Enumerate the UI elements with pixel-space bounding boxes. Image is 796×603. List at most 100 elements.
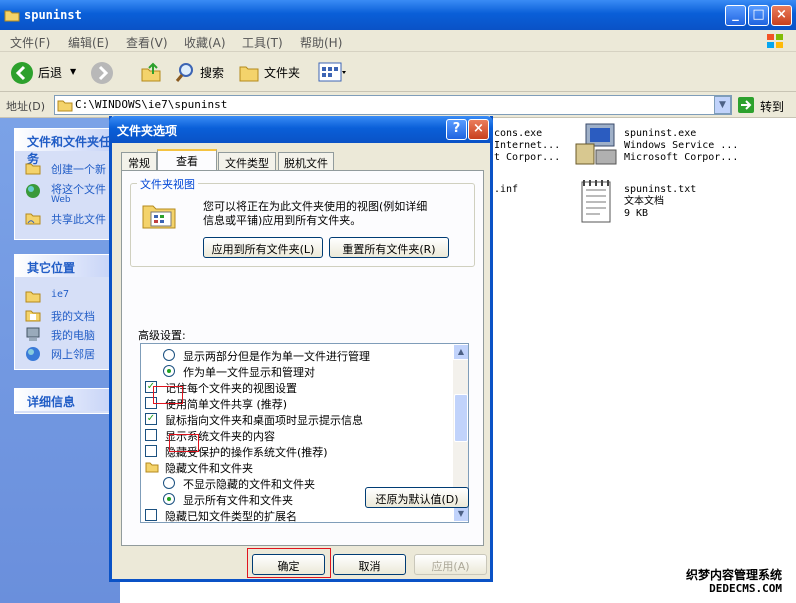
address-dropdown-button[interactable]: ▼ [714, 96, 731, 114]
place-network[interactable]: 网上邻居 [51, 346, 95, 362]
details-title[interactable]: 详细信息 [15, 389, 113, 411]
tab-offline-files[interactable]: 脱机文件 [278, 152, 334, 170]
setting-label: 隐藏文件和文件夹 [165, 462, 253, 475]
setting-label: 记住每个文件夹的视图设置 [165, 382, 297, 395]
menu-bar: 文件(F) 编辑(E) 查看(V) 收藏(A) 工具(T) 帮助(H) [0, 30, 796, 52]
tab-file-types[interactable]: 文件类型 [218, 152, 276, 170]
views-icon[interactable] [318, 62, 346, 82]
dialog-close-button[interactable]: × [468, 119, 489, 140]
setting-radio[interactable] [163, 493, 175, 505]
tab-general[interactable]: 常规 [121, 152, 157, 170]
details-group: 详细信息 [14, 388, 114, 414]
setting-row[interactable]: 隐藏文件和文件夹 [141, 459, 453, 475]
help-button[interactable]: ? [446, 119, 467, 140]
scroll-thumb[interactable] [454, 394, 468, 442]
file-item-partial[interactable]: cons.exe Internet... t Corpor... [494, 128, 560, 164]
back-arrow-icon[interactable] [10, 61, 34, 85]
task-new-folder[interactable]: 创建一个新 [51, 161, 106, 177]
setting-row[interactable]: 作为单一文件显示和管理对 [141, 363, 453, 379]
maximize-button[interactable]: □ [748, 5, 769, 26]
file-folder-tasks-group: 文件和文件夹任务 创建一个新 将这个文件 Web 共享此文件 [14, 128, 114, 240]
setting-label: 不显示隐藏的文件和文件夹 [183, 478, 315, 491]
my-documents-icon [25, 310, 41, 322]
tab-view[interactable]: 查看 [157, 149, 217, 171]
apply-to-all-folders-button[interactable]: 应用到所有文件夹(L) [203, 237, 323, 258]
apply-button[interactable]: 应用(A) [414, 554, 487, 575]
search-button-label[interactable]: 搜索 [200, 64, 224, 81]
folder-icon [25, 291, 41, 303]
file-type: Internet... [494, 140, 561, 151]
folder-icon [4, 10, 20, 22]
setting-checkbox[interactable] [145, 509, 157, 521]
setting-radio[interactable] [163, 365, 175, 377]
place-my-documents[interactable]: 我的文档 [51, 308, 95, 324]
text-document-icon[interactable] [578, 178, 614, 224]
menu-tools[interactable]: 工具(T) [242, 34, 283, 51]
cancel-button[interactable]: 取消 [333, 554, 406, 575]
setting-checkbox[interactable]: ✓ [145, 413, 157, 425]
folder-view-desc-2: 信息或平铺)应用到所有文件夹。 [203, 214, 362, 227]
show-all-files-highlight [169, 434, 199, 452]
address-bar: 地址(D) C:\WINDOWS\ie7\spuninst ▼ 转到 [0, 92, 796, 118]
setting-row[interactable]: ✓ 鼠标指向文件夹和桌面项时显示提示信息 [141, 411, 453, 427]
back-dropdown-icon[interactable]: ▼ [70, 67, 76, 76]
installer-exe-icon[interactable] [572, 122, 620, 170]
dialog-title: 文件夹选项 [117, 124, 178, 138]
scroll-up-arrow[interactable]: ▲ [453, 344, 468, 360]
menu-favorites[interactable]: 收藏(A) [184, 34, 226, 51]
setting-radio[interactable] [163, 349, 175, 361]
folder-view-icon [142, 205, 176, 229]
setting-row[interactable]: 隐藏已知文件类型的扩展名 [141, 507, 453, 523]
back-button-label[interactable]: 后退 [38, 64, 62, 81]
folder-view-group: 文件夹视图 您可以将正在为此文件夹使用的视图(例如详细 信息或平铺)应用到所有文… [130, 176, 475, 267]
folders-button-label[interactable]: 文件夹 [264, 64, 300, 81]
address-label: 地址(D) [6, 100, 46, 113]
file-item-inf[interactable]: .inf [494, 184, 518, 196]
file-name: spuninst.txt [624, 184, 697, 195]
file-item-txt[interactable]: spuninst.txt 文本文档 9 KB [624, 184, 696, 220]
close-button[interactable]: × [771, 5, 792, 26]
setting-checkbox[interactable] [145, 445, 157, 457]
folder-options-dialog: 文件夹选项 ? × 常规 查看 文件类型 脱机文件 文件夹视图 您可以将正在为此… [109, 116, 493, 582]
file-folder-tasks-title[interactable]: 文件和文件夹任务 [15, 129, 113, 166]
setting-label: 显示所有文件和文件夹 [183, 494, 293, 507]
task-publish-web[interactable]: Web [51, 195, 71, 205]
setting-checkbox[interactable] [145, 429, 157, 441]
place-my-computer[interactable]: 我的电脑 [51, 327, 95, 343]
task-share[interactable]: 共享此文件 [51, 211, 106, 227]
scroll-down-arrow[interactable]: ▼ [453, 506, 468, 522]
address-input[interactable]: C:\WINDOWS\ie7\spuninst [54, 95, 732, 115]
menu-view[interactable]: 查看(V) [126, 34, 168, 51]
setting-row[interactable]: 使用简单文件共享 (推荐) [141, 395, 453, 411]
menu-file[interactable]: 文件(F) [10, 34, 50, 51]
other-places-group: 其它位置 ie7 我的文档 我的电脑 网上邻居 [14, 254, 114, 370]
restore-defaults-button[interactable]: 还原为默认值(D) [365, 487, 469, 508]
menu-help[interactable]: 帮助(H) [300, 34, 342, 51]
hide-protected-highlight [153, 386, 183, 404]
setting-radio[interactable] [163, 477, 175, 489]
place-ie7[interactable]: ie7 [51, 289, 69, 300]
other-places-title[interactable]: 其它位置 [15, 255, 113, 277]
setting-row[interactable]: ✓ 记住每个文件夹的视图设置 [141, 379, 453, 395]
window-title: spuninst [24, 8, 82, 22]
title-bar[interactable]: spuninst _ □ × [0, 0, 796, 30]
file-type: 文本文档 [624, 196, 664, 207]
search-icon[interactable] [174, 61, 196, 83]
file-item-exe[interactable]: spuninst.exe Windows Service ... Microso… [624, 128, 738, 164]
folders-icon[interactable] [238, 61, 260, 83]
network-places-icon [26, 347, 40, 361]
forward-arrow-icon[interactable] [90, 61, 114, 85]
minimize-button[interactable]: _ [725, 5, 746, 26]
setting-label: 隐藏已知文件类型的扩展名 [165, 510, 297, 523]
menu-edit[interactable]: 编辑(E) [68, 34, 109, 51]
share-folder-icon [25, 213, 41, 225]
go-arrow-icon[interactable] [737, 96, 755, 114]
up-folder-icon[interactable] [140, 61, 162, 83]
setting-label: 作为单一文件显示和管理对 [183, 366, 315, 379]
reset-all-folders-button[interactable]: 重置所有文件夹(R) [329, 237, 449, 258]
ok-button[interactable]: 确定 [252, 554, 325, 575]
go-button[interactable]: 转到 [760, 98, 784, 115]
folder-icon [57, 100, 73, 112]
dialog-title-bar[interactable]: 文件夹选项 ? × [109, 116, 493, 143]
setting-row[interactable]: 显示两部分但是作为单一文件进行管理 [141, 347, 453, 363]
